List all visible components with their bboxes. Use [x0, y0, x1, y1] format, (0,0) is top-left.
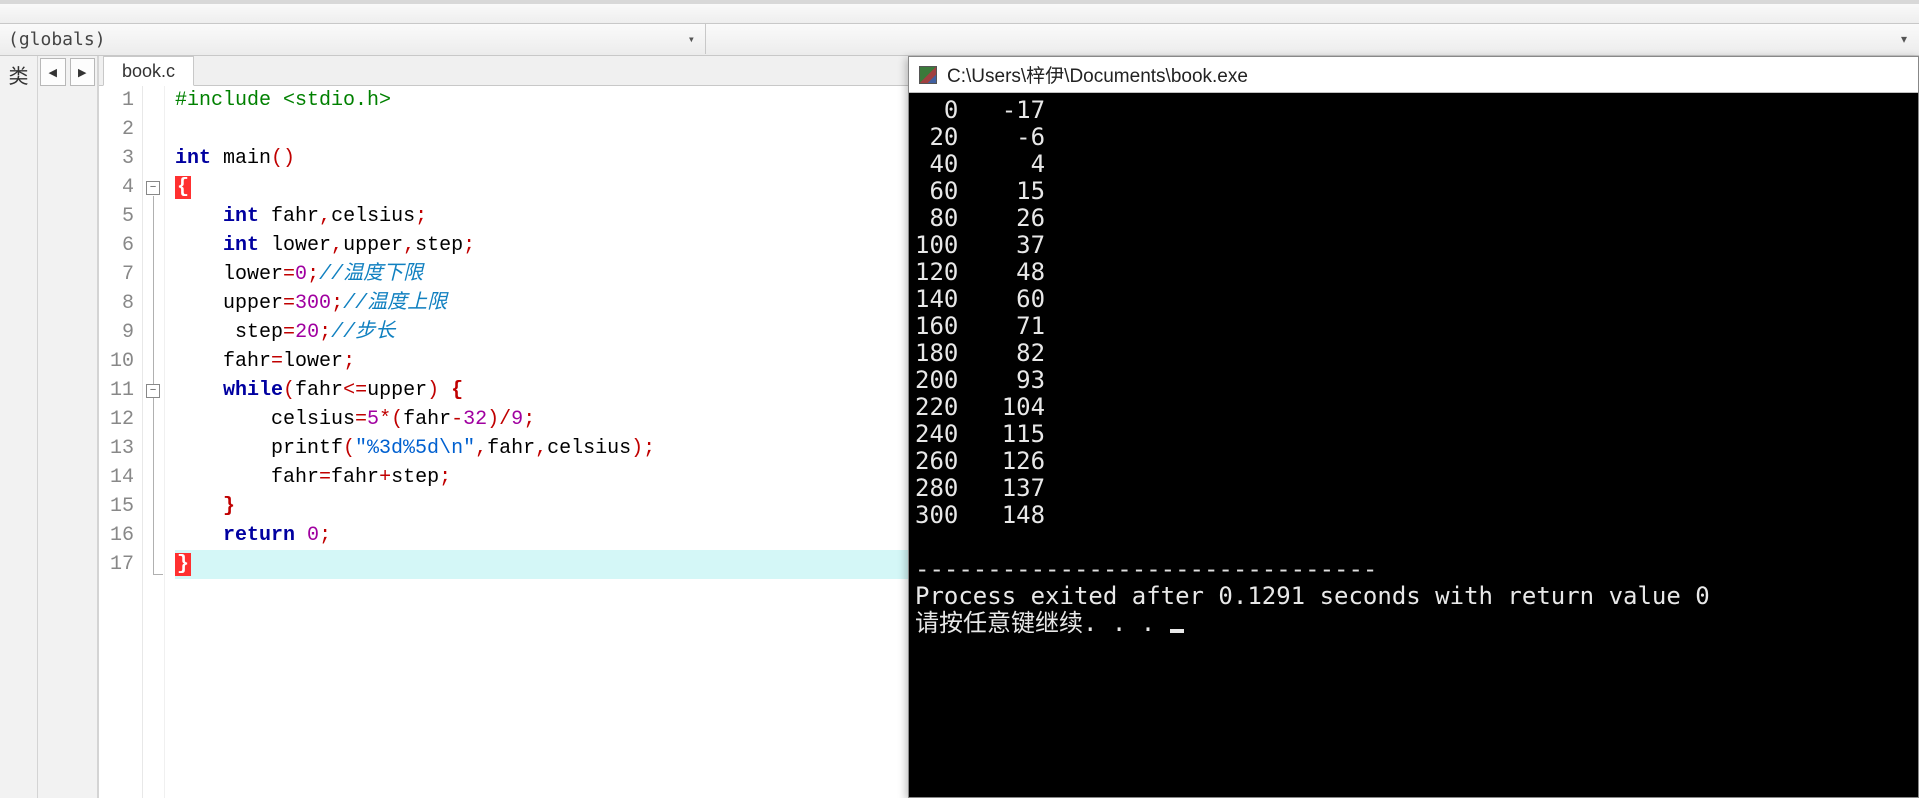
console-row: 160 71: [915, 313, 1912, 340]
console-window[interactable]: C:\Users\梓伊\Documents\book.exe 0 -17 20 …: [908, 56, 1919, 798]
line-number: 3: [99, 144, 134, 173]
console-row: 60 15: [915, 178, 1912, 205]
console-row: 0 -17: [915, 97, 1912, 124]
nav-back-button[interactable]: ◀: [40, 58, 66, 86]
line-number: 16: [99, 521, 134, 550]
tab-book-c[interactable]: book.c: [103, 56, 194, 86]
line-number: 11: [99, 376, 134, 405]
chevron-down-icon: ▾: [688, 32, 695, 46]
line-number: 13: [99, 434, 134, 463]
console-body[interactable]: 0 -17 20 -6 40 4 60 15 80 26100 37120 48…: [909, 93, 1918, 797]
console-row: 300 148: [915, 502, 1912, 529]
line-number: 12: [99, 405, 134, 434]
console-row: 80 26: [915, 205, 1912, 232]
triangle-left-icon: ◀: [49, 66, 57, 79]
nav-fwd-button[interactable]: ▶: [70, 58, 96, 86]
console-pause-msg: 请按任意键继续. . .: [915, 610, 1912, 637]
console-row: 40 4: [915, 151, 1912, 178]
console-icon: [919, 66, 937, 84]
fold-minus-icon[interactable]: −: [146, 181, 160, 195]
console-title: C:\Users\梓伊\Documents\book.exe: [947, 61, 1248, 88]
main-toolbar: [0, 0, 1919, 24]
console-row: 260 126: [915, 448, 1912, 475]
line-number: 10: [99, 347, 134, 376]
line-number: 15: [99, 492, 134, 521]
console-row: 220 104: [915, 394, 1912, 421]
line-number: 5: [99, 202, 134, 231]
console-exit-msg: Process exited after 0.1291 seconds with…: [915, 583, 1912, 610]
side-panel[interactable]: 类: [0, 56, 38, 798]
tab-label: book.c: [122, 61, 175, 82]
scope-dropdown[interactable]: (globals) ▾: [0, 24, 706, 54]
line-number: 6: [99, 231, 134, 260]
scope-bar: (globals) ▾ ▾: [0, 24, 1919, 56]
line-number: 8: [99, 289, 134, 318]
line-number: 7: [99, 260, 134, 289]
console-row: 200 93: [915, 367, 1912, 394]
triangle-right-icon: ▶: [78, 66, 86, 79]
console-row: 120 48: [915, 259, 1912, 286]
nav-buttons: ◀ ▶: [38, 56, 98, 798]
console-row: 100 37: [915, 232, 1912, 259]
line-number: 17: [99, 550, 134, 579]
line-number: 1: [99, 86, 134, 115]
line-number: 4: [99, 173, 134, 202]
fold-end: [153, 574, 163, 575]
console-row: 280 137: [915, 475, 1912, 502]
fold-column[interactable]: − −: [143, 86, 165, 798]
member-dropdown[interactable]: ▾: [706, 24, 1919, 55]
line-gutter: 1234567891011121314151617: [99, 86, 143, 798]
chevron-down-icon: ▾: [1901, 32, 1907, 46]
scope-label: (globals): [8, 29, 106, 50]
line-number: 14: [99, 463, 134, 492]
line-number: 2: [99, 115, 134, 144]
side-label: 类: [9, 66, 29, 88]
console-titlebar[interactable]: C:\Users\梓伊\Documents\book.exe: [909, 57, 1918, 93]
console-row: 140 60: [915, 286, 1912, 313]
console-row: 240 115: [915, 421, 1912, 448]
cursor-icon: [1170, 629, 1184, 633]
fold-minus-icon[interactable]: −: [146, 384, 160, 398]
console-row: 180 82: [915, 340, 1912, 367]
console-separator: --------------------------------: [915, 556, 1912, 583]
console-row: 20 -6: [915, 124, 1912, 151]
line-number: 9: [99, 318, 134, 347]
